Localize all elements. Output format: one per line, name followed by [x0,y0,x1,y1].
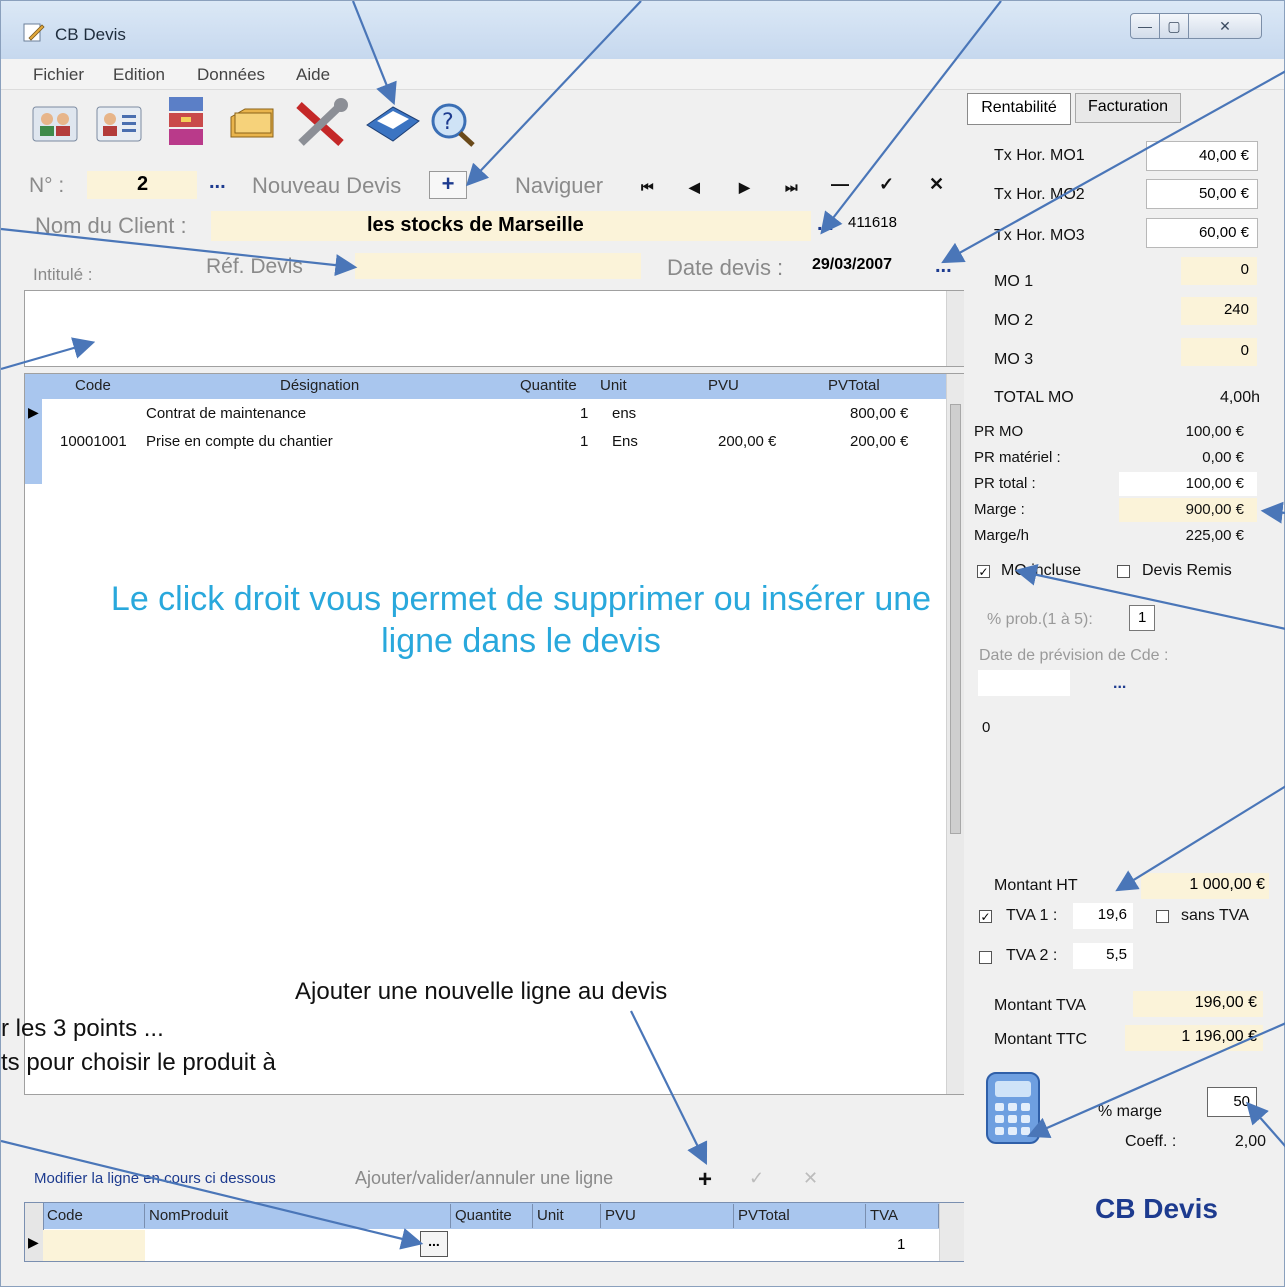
arrow-mo-incluse [1014,563,1285,630]
app-window: CB Devis — ▢ ✕ Fichier Edition Données A… [0,0,1285,1287]
arrow-montant-ht [1115,785,1285,892]
arrow-product-dots [1,1139,424,1250]
arrow-calculator [1026,1022,1285,1138]
annotation-arrows [1,1,1285,1250]
arrow-add-line [630,1010,708,1165]
arrow-client-dots [820,1,1002,235]
arrow-date [941,70,1285,264]
arrow-marge [1260,501,1285,524]
arrow-intitule [1,337,96,371]
arrow-new [465,1,642,187]
arrow-print [351,1,397,106]
arrow-marge-pct [1246,1101,1285,1148]
arrow-ref [1,227,358,277]
